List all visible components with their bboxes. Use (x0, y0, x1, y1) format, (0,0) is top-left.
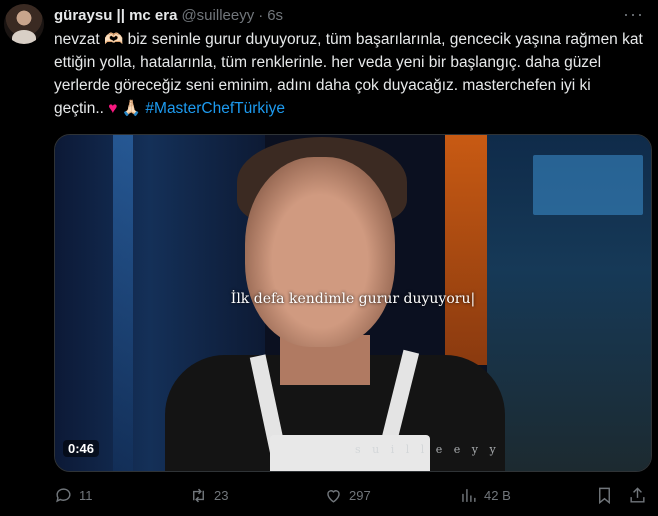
views-button[interactable]: 42 B (459, 486, 511, 505)
video-subtitle: İlk defa kendimle gurur duyuyoru| (230, 291, 476, 307)
video-screen (533, 155, 643, 215)
user-handle[interactable]: @suilleeyy (181, 7, 254, 24)
like-button[interactable]: 297 (324, 486, 371, 505)
bookmark-button[interactable] (595, 486, 614, 505)
reply-icon (56, 487, 71, 502)
avatar[interactable] (4, 4, 44, 44)
share-button[interactable] (628, 486, 647, 505)
repost-icon (193, 488, 204, 502)
video-timecode: 0:46 (63, 440, 100, 457)
action-bar: 11 23 297 42 B (54, 482, 648, 508)
like-count: 297 (349, 487, 371, 503)
tweet-emoji: ♥ 🙏🏻 (103, 100, 146, 117)
tweet-header: güraysu || mc era @suilleeyy · 6s (54, 5, 618, 25)
hashtag-link[interactable]: #MasterChefTürkiye (145, 100, 285, 117)
person-head (245, 157, 395, 347)
reply-button[interactable]: 11 (54, 486, 93, 505)
separator-dot: · (258, 6, 264, 24)
tweet-text: nevzat 🫶🏻 biz seninle gurur duyuyoruz, t… (54, 28, 644, 120)
video-watermark: s u i l l e e y y (355, 443, 500, 456)
video-player[interactable]: İlk defa kendimle gurur duyuyoru| s u i … (54, 134, 652, 472)
timestamp[interactable]: 6s (267, 7, 283, 24)
bookmark-icon (599, 487, 610, 504)
views-count: 42 B (484, 487, 511, 503)
share-icon (630, 486, 645, 503)
views-icon (462, 488, 476, 502)
more-icon[interactable]: ··· (623, 5, 644, 23)
repost-button[interactable]: 23 (189, 486, 228, 505)
video-orange-panel (445, 135, 487, 365)
reply-count: 11 (79, 487, 93, 503)
repost-count: 23 (214, 487, 229, 503)
display-name[interactable]: güraysu || mc era (54, 7, 177, 24)
heart-icon (327, 489, 340, 503)
